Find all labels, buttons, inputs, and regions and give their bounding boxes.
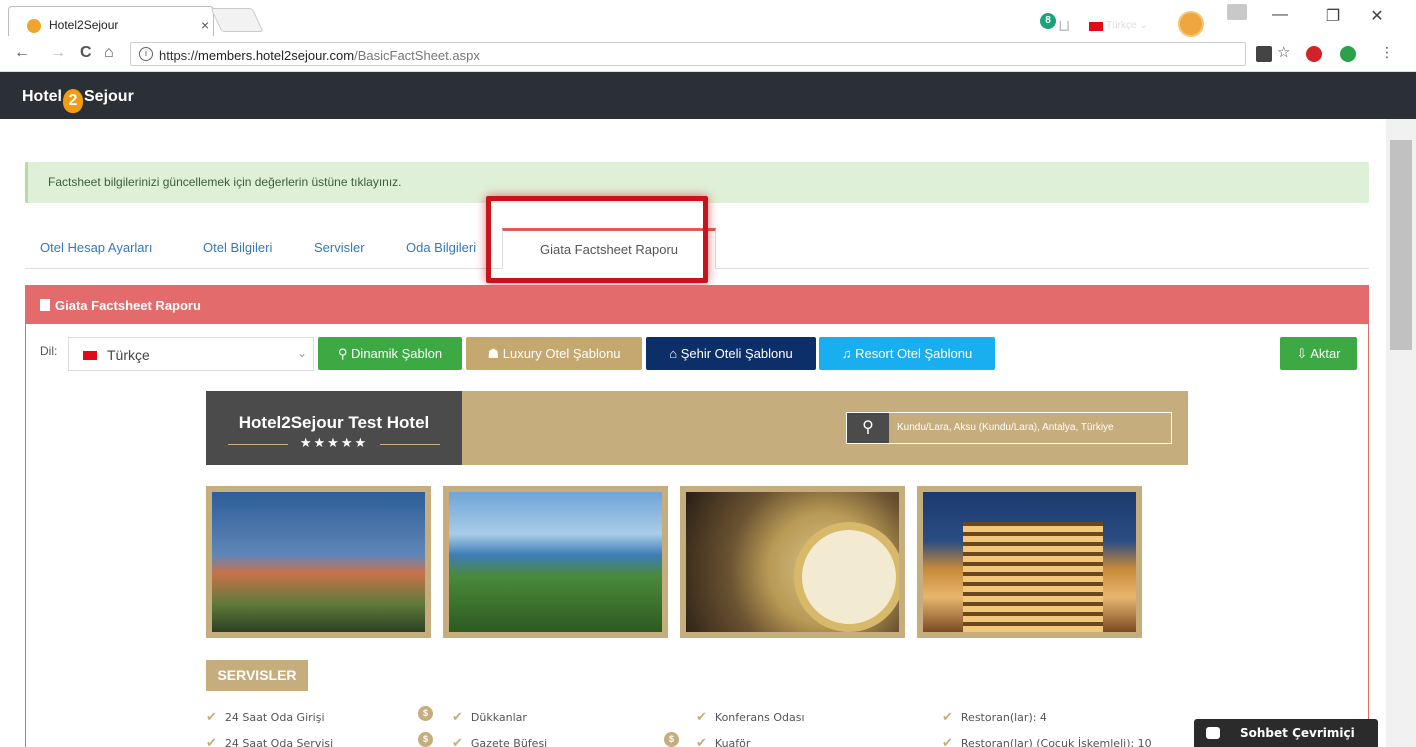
service-item[interactable]: ✔ Kuaför [696,736,750,747]
url-host: members.hotel2sejour.com [198,48,355,63]
close-window-icon[interactable]: ✕ [1362,6,1392,26]
check-icon: ✔ [696,736,707,747]
service-label: Gazete Büfesi [470,737,548,747]
chevron-down-icon: ⌄ [297,346,308,360]
back-icon[interactable]: ← [14,44,30,62]
hotel-photo-lobby-clock[interactable] [680,486,905,638]
aktar-button[interactable]: ⇩ Aktar [1280,337,1357,370]
tab-otel-bilgileri[interactable]: Otel Bilgileri [203,240,272,255]
cart-icon[interactable]: ⊔ [1058,16,1070,36]
panel-title-text: Giata Factsheet Raporu [55,298,201,313]
map-pin-icon: ⚲ [847,413,889,443]
tab-servisler[interactable]: Servisler [314,240,365,255]
browser-tab-title: Hotel2Sejour [49,18,119,32]
browser-tab[interactable]: Hotel2Sejour × [8,6,214,36]
services-title: SERVISLER [206,660,308,691]
url-path: /BasicFactSheet.aspx [354,48,480,63]
browser-toolbar: ← → C ⌂ i https://members.hotel2sejour.c… [0,36,1416,72]
avatar[interactable] [1178,11,1204,37]
service-item[interactable]: ✔ Restoran(lar) (Çocuk İskemleli): 10 [942,736,1152,747]
check-icon: ✔ [452,710,463,725]
service-item[interactable]: ✔ Gazete Büfesi [452,736,547,747]
sehir-oteli-sablonu-button[interactable]: ⌂ Şehir Oteli Şablonu [646,337,816,370]
extension-icon[interactable] [1256,46,1272,62]
user-menu[interactable]: FATMA KARABACAK ⌄ [1211,18,1350,34]
app-header: Hotel 2 Sejour [0,72,1416,119]
check-icon: ✔ [206,710,217,725]
browser-tabstrip: Hotel2Sejour × — ❐ ✕ [0,0,1416,36]
forward-icon[interactable]: → [50,44,66,62]
check-icon: ✔ [696,710,707,725]
luxury-otel-sablonu-button[interactable]: ☗ Luxury Otel Şablonu [466,337,642,370]
language-label: Dil: [40,344,58,358]
chat-label: Sohbet Çevrimiçi [1240,726,1355,740]
logo-mark: 2 [63,89,83,113]
hotel-name-box: Hotel2Sejour Test Hotel ★★★★★ [206,391,462,465]
home-icon[interactable]: ⌂ [104,44,114,62]
service-label: Restoran(lar) (Çocuk İskemleli): 10 [960,737,1152,747]
tab-close-icon[interactable]: × [201,17,209,33]
check-icon: ✔ [206,736,217,747]
resort-otel-sablonu-button[interactable]: ♫ Resort Otel Şablonu [819,337,995,370]
star-rating[interactable]: ★★★★★ [206,435,462,451]
check-icon: ✔ [942,736,953,747]
logo-text-left: Hotel [22,88,62,105]
turkey-flag-icon [1089,22,1103,31]
service-item[interactable]: ✔ 24 Saat Oda Girişi [206,710,325,725]
logo[interactable]: Hotel 2 Sejour [22,88,134,113]
panel-header: Giata Factsheet Raporu [26,286,1368,324]
location-text: Kundu/Lara, Aksu (Kundu/Lara), Antalya, … [897,422,1114,433]
new-tab-button[interactable] [210,8,264,32]
bookmark-star-icon[interactable]: ☆ [1277,43,1293,61]
logo-text-right: Sejour [84,88,134,105]
turkey-flag-icon [83,351,97,360]
language-select[interactable]: Türkçe ⌄ [68,337,314,371]
service-item[interactable]: ✔ 24 Saat Oda Servisi [206,736,333,747]
tab-otel-hesap-ayarlari[interactable]: Otel Hesap Ayarları [40,240,152,255]
chat-bubble-icon [1206,727,1220,739]
paid-coin-icon: $ [418,732,433,747]
scrollbar-thumb[interactable] [1390,140,1412,350]
language-select-value: Türkçe [107,347,150,363]
service-label: Konferans Odası [714,711,805,724]
service-item[interactable]: ✔ Konferans Odası [696,710,805,725]
hotel-name[interactable]: Hotel2Sejour Test Hotel [206,413,462,433]
service-item[interactable]: ✔ Restoran(lar): 4 [942,710,1047,725]
favicon-icon [27,19,41,33]
tab-oda-bilgileri[interactable]: Oda Bilgileri [406,240,476,255]
panel-title: Giata Factsheet Raporu [40,298,201,313]
hotel-photo-building[interactable] [917,486,1142,638]
check-icon: ✔ [942,710,953,725]
clock-image [794,522,899,632]
url-text: https://members.hotel2sejour.com/BasicFa… [159,48,480,63]
dinamik-sablon-button[interactable]: ⚲ Dinamik Şablon [318,337,462,370]
paid-coin-icon: $ [418,706,433,721]
highlight-annotation [486,196,708,283]
service-label: Restoran(lar): 4 [960,711,1047,724]
location-box[interactable]: ⚲ Kundu/Lara, Aksu (Kundu/Lara), Antalya… [846,412,1172,444]
factsheet-header: Hotel2Sejour Test Hotel ★★★★★ ⚲ Kundu/La… [206,391,1188,465]
building-image [963,522,1103,632]
menu-kebab-icon[interactable]: ⋮ [1380,44,1396,60]
notice-text: Factsheet bilgilerinizi güncellemek için… [48,175,402,189]
service-label: Kuaför [714,737,751,747]
hotel-photo-garden-sea[interactable] [443,486,668,638]
paid-coin-icon: $ [664,732,679,747]
document-icon [40,299,50,311]
language-dropdown[interactable]: Türkçe ⌄ [1106,20,1148,31]
hotel-photo-pool-night[interactable] [206,486,431,638]
service-label: 24 Saat Oda Girişi [224,711,325,724]
adblock-icon[interactable] [1306,46,1322,62]
reload-icon[interactable]: C [80,44,92,62]
check-icon: ✔ [452,736,463,747]
address-bar[interactable]: i https://members.hotel2sejour.com/Basic… [130,42,1246,66]
chat-widget[interactable]: Sohbet Çevrimiçi [1194,719,1378,747]
site-info-icon[interactable]: i [139,47,153,61]
service-label: 24 Saat Oda Servisi [224,737,334,747]
service-item[interactable]: ✔ Dükkanlar [452,710,527,725]
url-scheme: https:// [159,48,199,63]
extension-green-icon[interactable] [1340,46,1356,62]
cart-count-badge: 8 [1040,13,1056,29]
service-label: Dükkanlar [470,711,527,724]
